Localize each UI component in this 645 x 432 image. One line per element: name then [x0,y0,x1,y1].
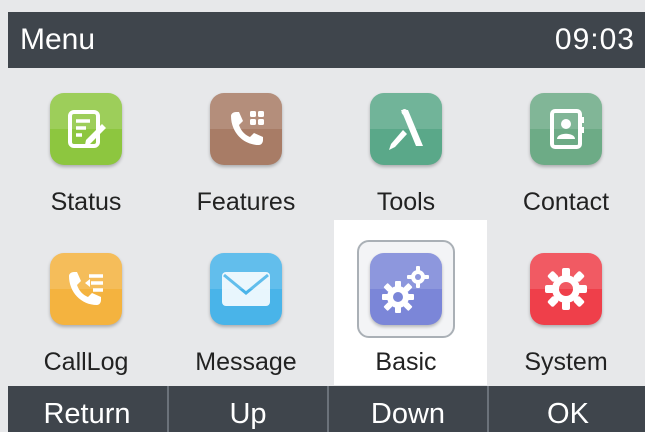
menu-title: Menu [20,23,96,56]
menu-grid: Status Features Tools Contact CallLog Me… [8,70,645,385]
menu-item-label: Features [196,188,296,216]
softkey-return[interactable]: Return [8,386,166,432]
status-icon [50,93,122,165]
softkey-down[interactable]: Down [327,386,487,432]
menu-item-features[interactable]: Features [171,75,321,225]
title-bar: Menu 09:03 [8,12,645,68]
menu-item-status[interactable]: Status [11,75,161,225]
menu-item-basic[interactable]: Basic [331,235,481,385]
menu-item-calllog[interactable]: CallLog [11,235,161,385]
message-icon [210,253,282,325]
menu-item-message[interactable]: Message [171,235,321,385]
menu-item-contact[interactable]: Contact [491,75,641,225]
menu-item-tools[interactable]: Tools [331,75,481,225]
menu-item-label: CallLog [43,348,129,376]
calllog-icon [50,253,122,325]
basic-gears-icon [370,253,442,325]
softkey-up[interactable]: Up [167,386,327,432]
phone-screen: Menu 09:03 Status Features Tools Contact… [0,0,645,432]
menu-item-label: System [524,348,608,376]
menu-item-label: Basic [375,348,437,376]
menu-item-label: Tools [376,188,436,216]
menu-item-label: Status [50,188,122,216]
menu-item-label: Contact [522,188,610,216]
clock: 09:03 [554,23,635,56]
features-icon [210,93,282,165]
softkey-ok[interactable]: OK [487,386,645,432]
contact-icon [530,93,602,165]
softkey-bar: Return Up Down OK [8,386,645,432]
tools-icon [370,93,442,165]
menu-item-label: Message [195,348,297,376]
menu-item-system[interactable]: System [491,235,641,385]
system-gear-icon [530,253,602,325]
